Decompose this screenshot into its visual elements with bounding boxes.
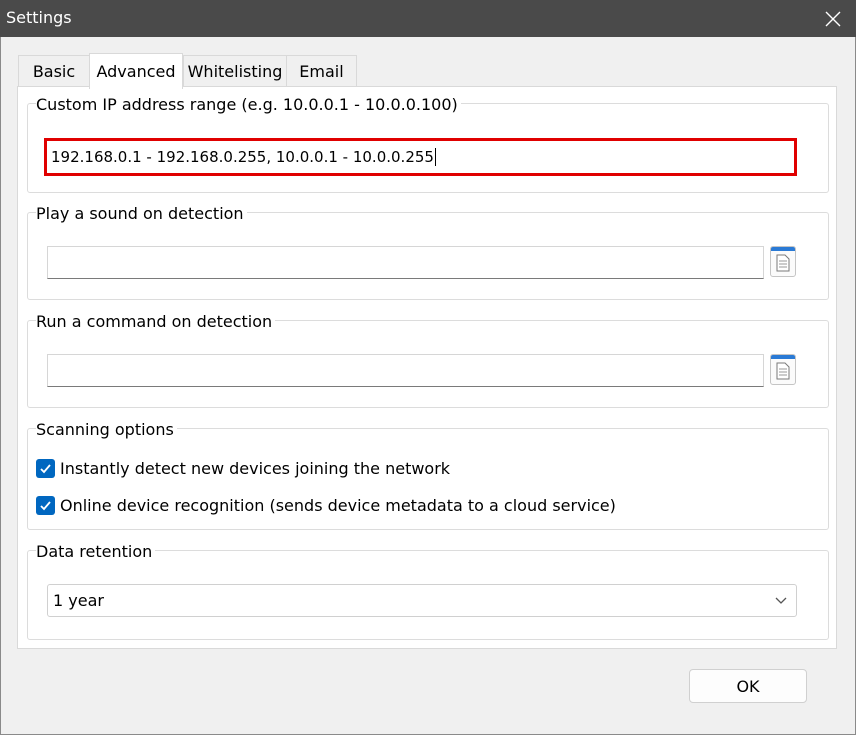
command-input[interactable]: [47, 354, 764, 387]
command-title: Run a command on detection: [36, 312, 276, 331]
sound-path-input[interactable]: [47, 246, 764, 279]
checkmark-icon: [40, 501, 51, 511]
detect-devices-checkbox[interactable]: [36, 459, 55, 478]
close-button[interactable]: [810, 0, 856, 37]
sound-title: Play a sound on detection: [36, 204, 247, 223]
file-browse-icon: [776, 362, 790, 380]
file-browse-icon: [776, 254, 790, 272]
ip-range-value: 192.168.0.1 - 192.168.0.255, 10.0.0.1 - …: [51, 148, 434, 166]
tab-whitelisting[interactable]: Whitelisting: [183, 55, 287, 86]
text-caret: [434, 148, 436, 166]
detect-devices-label[interactable]: Instantly detect new devices joining the…: [60, 459, 450, 478]
ip-range-title: Custom IP address range (e.g. 10.0.0.1 -…: [36, 95, 461, 114]
scanning-title: Scanning options: [36, 420, 177, 439]
retention-select[interactable]: 1 year: [47, 584, 797, 617]
tab-advanced-label: Advanced: [96, 62, 176, 81]
tab-email-label: Email: [299, 61, 344, 81]
command-browse-button[interactable]: [770, 354, 796, 385]
tab-basic-label: Basic: [32, 61, 76, 81]
checkmark-icon: [40, 464, 51, 474]
online-recognition-checkbox[interactable]: [36, 496, 55, 515]
window-title: Settings: [6, 8, 72, 27]
retention-selected-value: 1 year: [53, 591, 104, 610]
tab-basic[interactable]: Basic: [18, 55, 90, 86]
ok-button[interactable]: OK: [689, 669, 807, 703]
title-bar: Settings: [0, 0, 856, 37]
retention-title: Data retention: [36, 542, 156, 561]
tab-email[interactable]: Email: [286, 55, 357, 86]
tab-advanced[interactable]: Advanced: [89, 53, 183, 89]
online-recognition-label[interactable]: Online device recognition (sends device …: [60, 496, 616, 515]
ok-button-label: OK: [736, 676, 760, 696]
sound-browse-button[interactable]: [770, 246, 796, 277]
tab-whitelisting-label: Whitelisting: [187, 61, 283, 81]
chevron-down-icon: [775, 597, 787, 604]
ip-range-input[interactable]: 192.168.0.1 - 192.168.0.255, 10.0.0.1 - …: [44, 138, 797, 176]
close-icon: [825, 11, 841, 26]
